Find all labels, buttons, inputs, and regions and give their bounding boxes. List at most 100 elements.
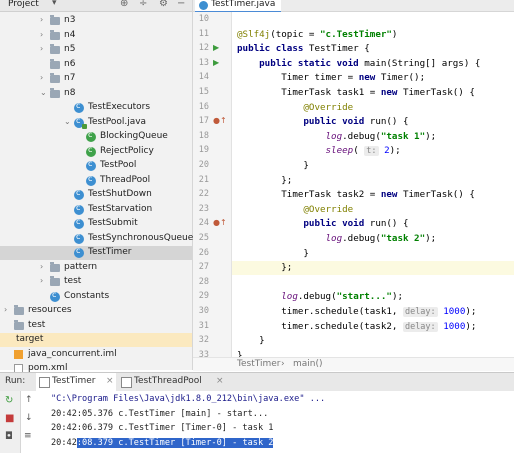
gear-icon[interactable]: ⚙ bbox=[159, 0, 168, 9]
tree-item[interactable]: BlockingQueue bbox=[0, 130, 192, 144]
chevron-right-icon[interactable]: › bbox=[40, 44, 43, 53]
code-line: log.debug("task 1"); bbox=[325, 130, 437, 142]
tree-item-label: java_concurrent.iml bbox=[28, 348, 117, 359]
close-icon[interactable]: × bbox=[216, 376, 224, 386]
scroll-down-icon[interactable]: ↓ bbox=[25, 413, 33, 423]
tree-item-label: n4 bbox=[64, 29, 76, 40]
stop-icon[interactable]: ■ bbox=[5, 413, 14, 424]
tree-item-label: Constants bbox=[64, 290, 110, 301]
tree-item[interactable]: ⌄ n8 bbox=[0, 87, 192, 101]
run-gutter-icon[interactable]: ▶ bbox=[213, 58, 219, 67]
scroll-up-icon[interactable]: ↑ bbox=[25, 395, 33, 405]
code-line: TimerTask task1 = new TimerTask() { bbox=[237, 87, 475, 98]
rerun-icon[interactable]: ↻ bbox=[5, 395, 13, 406]
breadcrumb-method[interactable]: main() bbox=[293, 359, 323, 369]
chevron-right-icon[interactable]: › bbox=[40, 262, 43, 271]
code-line: } bbox=[237, 335, 265, 347]
line-number: 17 bbox=[198, 116, 209, 127]
tree-item[interactable]: TestSubmit bbox=[0, 217, 192, 231]
tree-item[interactable]: ThreadPool bbox=[0, 174, 192, 188]
tree-item-label: test bbox=[28, 319, 46, 330]
line-number: 13 bbox=[198, 57, 209, 68]
java-class-icon bbox=[199, 1, 208, 10]
console-line: 20:42:06.379 c.TestTimer [Timer-0] - tas… bbox=[51, 423, 274, 433]
tree-item[interactable]: java_concurrent.iml bbox=[0, 348, 192, 362]
console-line: "C:\Program Files\Java\jdk1.8.0_212\bin\… bbox=[51, 394, 326, 404]
project-header: Project ▾ ⊕ ÷ ⚙ − bbox=[0, 0, 192, 12]
close-icon[interactable]: × bbox=[106, 376, 114, 386]
tree-item[interactable]: TestPool bbox=[0, 159, 192, 173]
code-line: timer.schedule(task2, delay: 1000); bbox=[237, 320, 477, 332]
code-line: log.debug("start..."); bbox=[281, 291, 404, 303]
project-title[interactable]: Project bbox=[8, 0, 39, 9]
tree-item[interactable]: › pattern bbox=[0, 261, 192, 275]
tree-item[interactable]: › resources bbox=[0, 304, 192, 318]
code-line: }; bbox=[237, 174, 293, 186]
tree-item-label: TestTimer bbox=[88, 247, 132, 257]
tree-item[interactable]: › n5 bbox=[0, 43, 192, 57]
run-tab-testtimer[interactable]: TestTimer × bbox=[36, 373, 116, 393]
code-line: log.debug("task 2"); bbox=[325, 233, 437, 244]
chevron-right-icon[interactable]: › bbox=[40, 73, 43, 82]
code-line: sleep( t: 2); bbox=[325, 145, 401, 157]
line-number: 22 bbox=[198, 189, 209, 200]
tree-item-label: TestStarvation bbox=[88, 203, 153, 214]
chevron-right-icon[interactable]: › bbox=[40, 15, 43, 24]
code-line: @Slf4j(topic = "c.TestTimer") bbox=[237, 28, 398, 40]
chevron-down-icon[interactable]: ⌄ bbox=[64, 117, 71, 126]
hide-icon[interactable]: − bbox=[177, 0, 185, 9]
tree-item[interactable]: › n4 bbox=[0, 29, 192, 43]
tree-item[interactable]: TestStarvation bbox=[0, 203, 192, 217]
line-number: 16 bbox=[198, 101, 209, 112]
chevron-right-icon[interactable]: › bbox=[40, 30, 43, 39]
tree-item[interactable]: RejectPolicy bbox=[0, 145, 192, 159]
chevron-down-icon[interactable]: ⌄ bbox=[40, 88, 47, 97]
tree-item[interactable]: TestSynchronousQueue bbox=[0, 232, 194, 246]
locate-icon[interactable]: ⊕ bbox=[120, 0, 128, 9]
chevron-right-icon[interactable]: › bbox=[40, 276, 43, 285]
line-number: 10 bbox=[198, 14, 209, 24]
breadcrumb-class[interactable]: TestTimer bbox=[237, 359, 280, 369]
code-line: public void run() { bbox=[303, 218, 409, 230]
tree-item[interactable]: test bbox=[0, 319, 192, 333]
line-number: 21 bbox=[198, 174, 209, 185]
javafile-icon bbox=[74, 116, 87, 129]
chevron-right-icon[interactable]: › bbox=[4, 305, 7, 314]
tree-item[interactable]: n6 bbox=[0, 58, 192, 72]
line-number: 12 bbox=[198, 43, 209, 54]
line-number: 29 bbox=[198, 291, 209, 302]
tree-item-label: n5 bbox=[64, 44, 76, 54]
folder-icon bbox=[14, 305, 24, 315]
camera-icon[interactable]: ◘ bbox=[5, 431, 13, 442]
code-line: public void run() { bbox=[303, 116, 409, 128]
tree-item[interactable]: › n7 bbox=[0, 72, 192, 86]
folder-icon bbox=[50, 58, 60, 69]
collapse-icon[interactable]: ÷ bbox=[139, 0, 147, 9]
console-output[interactable]: ↑ ↓ ≡ "C:\Program Files\Java\jdk1.8.0_21… bbox=[21, 391, 514, 453]
run-gutter-icon[interactable]: ▶ bbox=[213, 43, 219, 52]
code-line: public class TestTimer { bbox=[237, 43, 370, 55]
tree-item[interactable]: › n3 bbox=[0, 14, 192, 28]
tree-item[interactable]: TestTimer bbox=[0, 246, 192, 260]
line-number: 20 bbox=[198, 160, 209, 170]
tree-item-label: n7 bbox=[64, 73, 76, 83]
code-line: public static void main(String[] args) { bbox=[259, 57, 481, 69]
run-toolwindow-header: Run: TestTimer × TestThreadPool × bbox=[0, 372, 514, 393]
folder-icon bbox=[50, 44, 60, 54]
soft-wrap-icon[interactable]: ≡ bbox=[24, 431, 32, 441]
tree-item[interactable]: TestExecutors bbox=[0, 101, 192, 115]
line-number: 26 bbox=[198, 247, 209, 258]
project-view-dropdown-icon[interactable]: ▾ bbox=[52, 0, 57, 8]
override-gutter-icon[interactable]: ●↑ bbox=[213, 218, 227, 227]
override-gutter-icon[interactable]: ●↑ bbox=[213, 116, 227, 125]
tree-item[interactable]: TestShutDown bbox=[0, 188, 192, 202]
tree-item[interactable]: target bbox=[0, 333, 192, 347]
line-number: 15 bbox=[198, 87, 209, 97]
tree-item[interactable]: › test bbox=[0, 275, 192, 289]
tree-item[interactable]: Constants bbox=[0, 290, 192, 304]
project-panel: Project ▾ ⊕ ÷ ⚙ − › n3 › n4 › n5 n6 › n7 ⌄ n8 TestE… bbox=[0, 0, 194, 375]
tree-item-label: TestSynchronousQueue bbox=[88, 232, 194, 243]
tree-item[interactable]: ⌄ TestPool.java bbox=[0, 116, 192, 130]
run-tab-testthreadpool[interactable]: TestThreadPool × bbox=[118, 373, 228, 391]
console-line: 20:42:05.376 c.TestTimer [main] - start.… bbox=[51, 408, 269, 419]
